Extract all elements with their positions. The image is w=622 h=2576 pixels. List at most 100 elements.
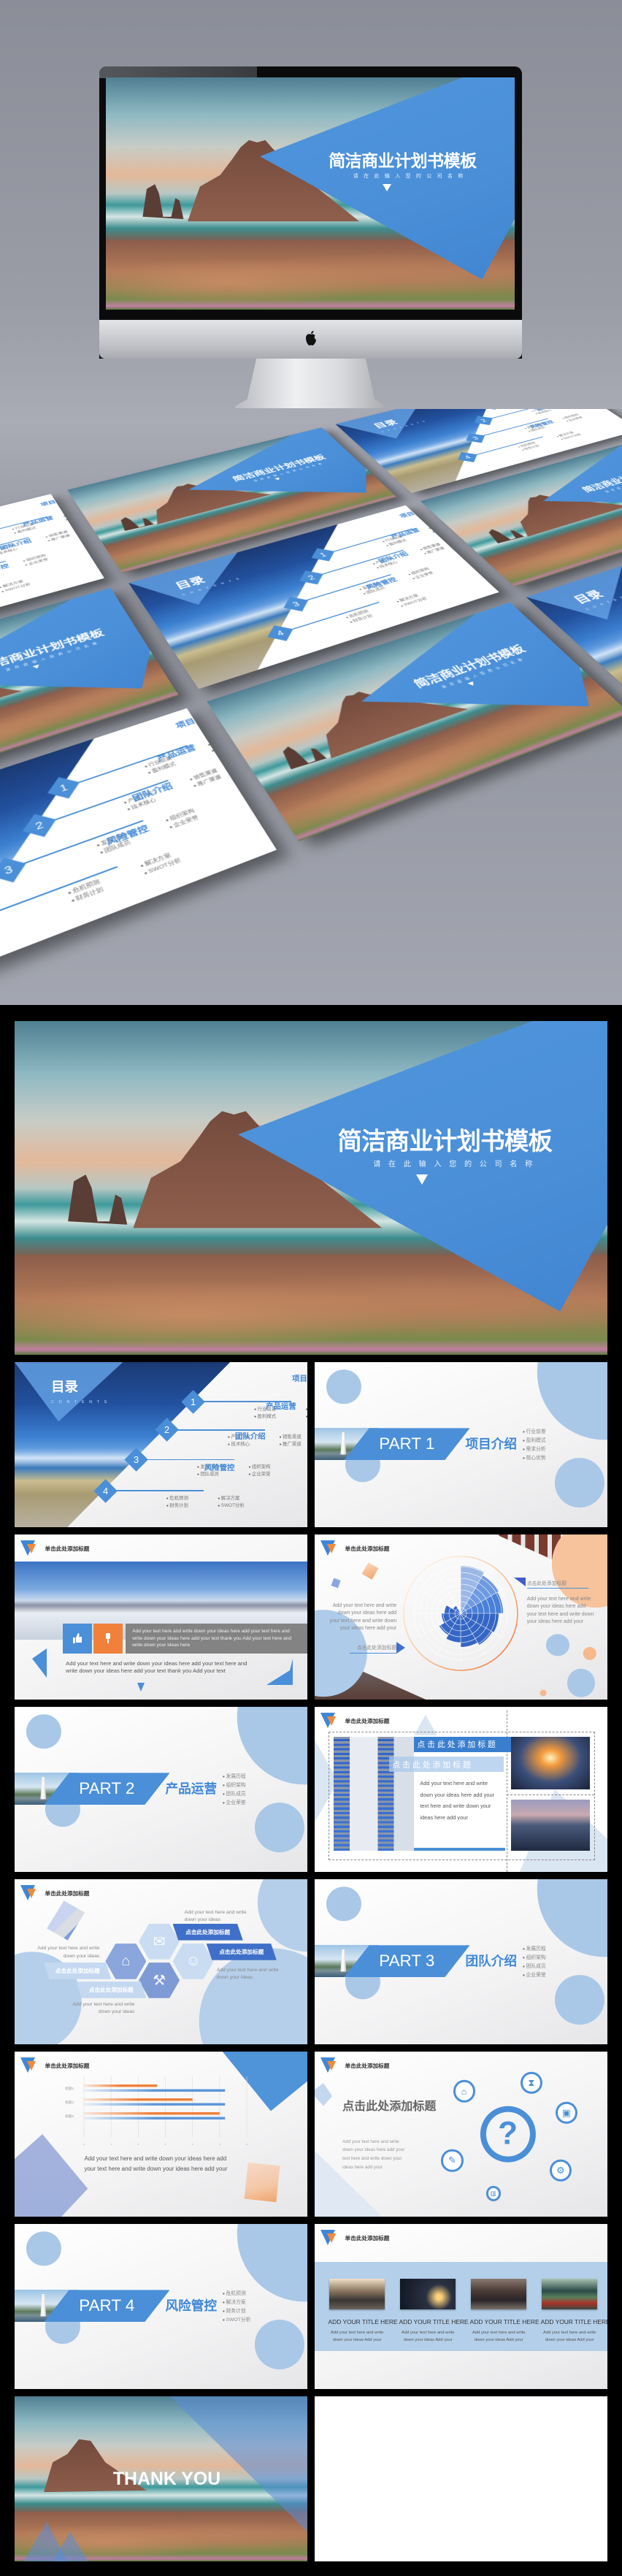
toc-item-title: 项目介绍 — [292, 1375, 307, 1383]
logo-icon — [20, 1540, 39, 1557]
hex-label-text: 点击此处添加标题 — [55, 1967, 100, 1974]
x-tick-label: 0 — [83, 2143, 85, 2146]
triangle-decoration — [137, 1683, 145, 1692]
hex-label-text: 点击此处添加标题 — [88, 1986, 134, 1993]
card[interactable]: ADD YOUR TITLE HERE Add your text here a… — [540, 2278, 607, 2348]
framed-photo-slide[interactable]: 单击此处添加标题 点 击 此 处 添 加 标 题 点 击 此 处 添 加 标 题… — [315, 1707, 607, 1872]
circle-decoration — [237, 1707, 307, 1785]
toc-number: 3 — [133, 1453, 139, 1465]
hexagon-slide[interactable]: 单击此处添加标题 ✉ ⌂ ☺ ⚒ 点击此处添加标题 点击此处添加标题 点击此处添加标题 点击此… — [15, 1879, 307, 2044]
hex-text: Add your text here and write down your i… — [184, 1909, 247, 1922]
circle-decoration — [257, 1879, 307, 1952]
bar-chart-slide[interactable]: 单击此处添加标题 0 1 2 3 4 5 6 标题1 标题2 标题3 Add your text … — [15, 2052, 307, 2217]
header-title: 单击此处添加标题 — [45, 1889, 90, 1897]
toc-bullet: 企业荣誉 — [248, 1471, 300, 1478]
hex-text: Add your text here and write down your i… — [37, 1946, 100, 1959]
toc-bullet: 技术核心 — [228, 1441, 280, 1448]
grey-text-box: Add your text here and write down your i… — [126, 1624, 307, 1654]
part-label: PART 4 — [79, 2296, 135, 2315]
header-title: 单击此处添加标题 — [345, 1717, 390, 1724]
brush-button[interactable] — [93, 1624, 123, 1654]
toc-bullet: 危机预测 — [166, 1495, 218, 1502]
body-text: Add your text here and write down your i… — [66, 1659, 247, 1675]
envelope-icon: ✉ — [153, 1933, 166, 1950]
thumbs-up-button[interactable] — [63, 1624, 93, 1654]
hourglass-icon[interactable]: ⧗ — [520, 2071, 542, 2095]
cover-slide[interactable]: 简洁商业计划书模板 请在此输入您的公司名称 — [15, 1021, 607, 1355]
bezel-reflection — [99, 66, 257, 78]
hex-label-text: 点击此处添加标题 — [185, 1928, 231, 1935]
part-3-slide[interactable]: PART 3 团队介绍 发展历程组织架构团队成员企业荣誉 — [315, 1879, 607, 2044]
toc-bullet: 推广渠道 — [279, 1441, 307, 1448]
card-photo — [542, 2278, 598, 2310]
toc-bullet: 盈利模式 — [254, 1413, 306, 1421]
bar — [84, 2098, 193, 2101]
diamond-decoration — [315, 2082, 333, 2106]
bar-chart-icon[interactable]: ▥ — [485, 2186, 501, 2201]
bar — [84, 2103, 226, 2106]
frame-text: Add your text here and write down your i… — [420, 1780, 495, 1821]
number-diamond: 3 — [123, 1447, 148, 1472]
triangle-decoration — [266, 1658, 293, 1685]
logo-icon — [320, 1712, 339, 1730]
part-bullet: 发展历程 — [223, 1773, 246, 1781]
card-text: Add your text here and write down your i… — [543, 2330, 596, 2342]
circle-decoration — [554, 1458, 604, 1507]
accent-bar — [414, 1848, 505, 1851]
left-caption: 点击此处添加标题 — [350, 1645, 397, 1654]
part-label: PART 2 — [79, 1779, 135, 1798]
briefcase-icon[interactable]: ▣ — [555, 2101, 577, 2124]
header-title: 单击此处添加标题 — [345, 2234, 390, 2241]
hexagon: ⌂ — [105, 1944, 147, 1979]
part-2-slide[interactable]: PART 2 产品运营 发展历程组织架构团队成员企业荣誉 — [15, 1707, 307, 1872]
hex-label[interactable]: 点击此处添加标题 — [206, 1944, 277, 1960]
document-icon[interactable]: ✎ — [441, 2149, 464, 2172]
slide-header: 单击此处添加标题 — [20, 1540, 89, 1557]
hex-text: Add your text here and write down your i… — [72, 2002, 135, 2015]
part-bullet: 组织架构 — [223, 1781, 246, 1790]
card[interactable]: ADD YOUR TITLE HERE Add your text here a… — [399, 2278, 469, 2348]
thank-you-slide[interactable]: THANK YOU — [15, 2396, 307, 2561]
chart-caption: Add your text here and write down your i… — [84, 2155, 228, 2173]
category-label: 标题2 — [65, 2100, 74, 2105]
part-1-slide[interactable]: PART 1 项目介绍 行业前景盈利模式需求分析核心优势 — [315, 1362, 607, 1527]
contents-slide[interactable]: 目录 CONTENTS 1 项目介绍 行业前景需求分析盈利模式核心优势 2 产品… — [15, 1362, 307, 1527]
card-photo — [329, 2278, 385, 2310]
question-icons-slide[interactable]: 单击此处添加标题 点击此处添加标题 Add your text here and… — [315, 2052, 607, 2217]
hex-label[interactable]: 点击此处添加标题 — [172, 1924, 243, 1941]
photo-text-slide[interactable]: 单击此处添加标题 Add your text here and write do… — [15, 1534, 307, 1700]
polar-chart-slide[interactable]: 单击此处添加标题 Add your text here and write do… — [315, 1534, 607, 1700]
cover-subtitle: 请在此输入您的公司名称 — [373, 1161, 540, 1169]
part-title: 项目介绍 — [465, 1437, 518, 1452]
part-label: PART 3 — [379, 1952, 435, 1971]
circle-decoration — [326, 1369, 362, 1404]
toc-bullet: SWOT分析 — [218, 1502, 269, 1510]
x-tick-label: 4 — [192, 2143, 193, 2146]
question-icon[interactable]: ? — [480, 2106, 536, 2163]
hexagon: ☺ — [172, 1944, 214, 1979]
hex-label[interactable]: 点击此处添加标题 — [44, 1962, 112, 1979]
hex-label[interactable]: 点击此处添加标题 — [76, 1981, 147, 1998]
thumbs-up-icon — [73, 1633, 82, 1644]
slide-header: 单击此处添加标题 — [20, 1884, 90, 1902]
card-title: ADD YOUR TITLE HERE — [540, 2317, 607, 2325]
home-icon[interactable]: ⌂ — [453, 2079, 475, 2103]
slide-header: 单击此处添加标题 — [320, 2229, 390, 2247]
thank-you-text: THANK YOU — [112, 2469, 221, 2490]
part-4-slide[interactable]: PART 4 风险管控 危机预测解决方案财务计划SWOT分析 — [15, 2224, 307, 2389]
blank-slide — [315, 2396, 607, 2561]
contents-subtitle: CONTENTS — [51, 1399, 112, 1404]
left-text: Add your text here and write down your i… — [329, 1602, 397, 1632]
frame-title: 点 击 此 处 添 加 标 题 — [417, 1740, 496, 1750]
logo-icon — [320, 2229, 339, 2247]
four-cards-slide[interactable]: 单击此处添加标题 ADD YOUR TITLE HERE Add your te… — [315, 2224, 607, 2389]
triangle-decoration — [513, 1577, 526, 1586]
card[interactable]: ADD YOUR TITLE HERE Add your text here a… — [470, 2278, 540, 2348]
card-text: Add your text here and write down your i… — [330, 2330, 384, 2342]
toc-item-title: 产品运营 — [266, 1403, 296, 1412]
hex-text: Add your text here and write down your i… — [216, 1967, 279, 1980]
card[interactable]: ADD YOUR TITLE HERE Add your text here a… — [329, 2278, 398, 2348]
gear-icon[interactable]: ⚙ — [549, 2159, 572, 2182]
cover-subtitle: 请在此输入您的公司名称 — [353, 174, 469, 180]
circle-decoration — [326, 1887, 362, 1922]
